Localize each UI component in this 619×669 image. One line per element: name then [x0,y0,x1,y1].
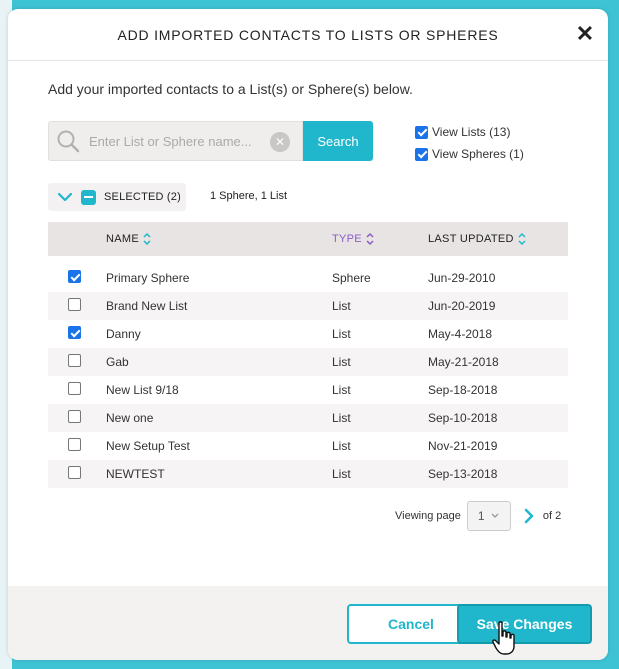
row-type: List [332,355,351,369]
table-row[interactable]: NEWTEST List Sep-13-2018 [48,460,568,488]
page-select[interactable]: 1 [466,501,511,531]
table-header: NAME TYPE LAST UPDATED [48,222,568,256]
row-name: Gab [106,355,129,369]
search-box: ✕ [48,121,303,161]
sort-icon [366,232,374,246]
row-updated: Nov-21-2019 [428,439,498,453]
row-updated: Jun-20-2019 [428,299,496,313]
row-type: List [332,383,351,397]
total-pages-label: of 2 [542,510,562,522]
row-checkbox[interactable] [68,354,81,367]
hand-cursor-icon [492,621,515,655]
row-updated: Sep-10-2018 [428,411,498,425]
row-checkbox[interactable] [68,438,81,451]
search-icon [57,130,80,153]
row-name: NEWTEST [106,467,165,481]
table-row[interactable]: Danny List May-4-2018 [48,320,568,348]
table-row[interactable]: Brand New List List Jun-20-2019 [48,292,568,320]
column-name-header[interactable]: NAME [106,232,332,246]
row-name: Danny [106,327,141,341]
chevron-down-icon [491,513,499,518]
partial-select-checkbox[interactable] [81,189,96,205]
row-name: New Setup Test [106,439,190,453]
row-name: Primary Sphere [106,271,190,285]
view-lists-label: View Lists (13) [432,125,511,139]
row-type: List [332,467,351,481]
current-page: 1 [477,509,485,523]
search-input[interactable] [89,131,259,151]
next-page-icon[interactable] [523,508,535,524]
row-type: List [332,411,351,425]
row-updated: May-4-2018 [428,327,493,341]
pagination: Viewing page 1 of 2 [395,500,561,532]
selected-count-label: SELECTED (2) [104,191,181,203]
view-spheres-label: View Spheres (1) [432,147,524,161]
sort-icon [143,232,151,246]
viewing-page-label: Viewing page [395,510,461,522]
close-icon[interactable]: ✕ [574,23,596,46]
row-checkbox[interactable] [68,410,81,423]
modal-title: ADD IMPORTED CONTACTS TO LISTS OR SPHERE… [117,26,499,43]
search-button[interactable]: Search [303,121,373,161]
view-lists-checkbox[interactable] [415,125,428,139]
row-name: Brand New List [106,299,188,313]
view-spheres-checkbox[interactable] [415,147,428,161]
row-checkbox[interactable] [68,298,81,311]
selected-summary: 1 Sphere, 1 List [210,190,288,202]
view-filters: View Lists (13) View Spheres (1) [415,121,524,165]
row-updated: Sep-18-2018 [428,383,498,397]
selected-toggle[interactable]: SELECTED (2) [48,183,186,211]
table-row[interactable]: New List 9/18 List Sep-18-2018 [48,376,568,404]
lists-table: NAME TYPE LAST UPDATED Primary Sphere Sp… [48,222,568,488]
row-name: New one [106,411,154,425]
table-row[interactable]: Primary Sphere Sphere Jun-29-2010 [48,264,568,292]
table-row[interactable]: Gab List May-21-2018 [48,348,568,376]
row-type: List [332,299,351,313]
row-checkbox[interactable] [68,326,81,339]
row-type: List [332,439,351,453]
add-to-lists-modal: ADD IMPORTED CONTACTS TO LISTS OR SPHERE… [8,9,608,660]
row-checkbox[interactable] [68,382,81,395]
row-updated: Jun-29-2010 [428,271,496,285]
row-updated: May-21-2018 [428,355,499,369]
chevron-down-icon [57,192,73,202]
column-type-header[interactable]: TYPE [332,232,428,246]
table-row[interactable]: New Setup Test List Nov-21-2019 [48,432,568,460]
row-type: Sphere [332,271,371,285]
sort-icon [518,232,526,246]
row-checkbox[interactable] [68,270,81,283]
row-updated: Sep-13-2018 [428,467,498,481]
view-lists-toggle[interactable]: View Lists (13) [415,121,524,143]
clear-search-icon[interactable]: ✕ [270,132,290,152]
view-spheres-toggle[interactable]: View Spheres (1) [415,143,524,165]
table-row[interactable]: New one List Sep-10-2018 [48,404,568,432]
row-type: List [332,327,351,341]
column-updated-header[interactable]: LAST UPDATED [428,232,568,246]
row-name: New List 9/18 [106,383,179,397]
save-changes-button[interactable]: Save Changes [457,604,592,644]
modal-header: ADD IMPORTED CONTACTS TO LISTS OR SPHERE… [8,9,608,61]
row-checkbox[interactable] [68,466,81,479]
intro-text: Add your imported contacts to a List(s) … [48,81,413,97]
cancel-button[interactable]: Cancel [347,604,475,644]
